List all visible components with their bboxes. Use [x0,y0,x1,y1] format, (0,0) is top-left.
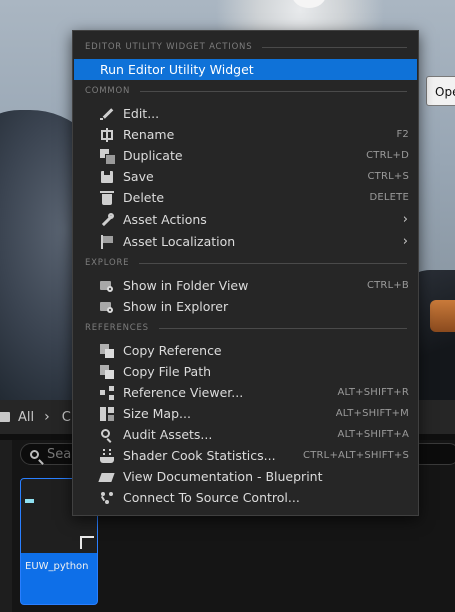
save-icon [99,169,115,185]
section-header-euw-actions: EDITOR UTILITY WIDGET ACTIONS [85,41,407,53]
menu-item-shader-cook-statistics[interactable]: Shader Cook Statistics... CTRL+ALT+SHIFT… [73,445,418,466]
shortcut-label: DELETE [369,192,409,203]
menu-item-run-editor-utility-widget[interactable]: Run Editor Utility Widget [74,59,417,80]
shortcut-label: F2 [396,129,409,140]
chevron-right-icon[interactable]: › [44,409,50,425]
folder-search-icon [99,278,115,294]
context-menu: EDITOR UTILITY WIDGET ACTIONS Run Editor… [72,30,419,516]
folder-search-icon [99,299,115,315]
shortcut-label: CTRL+S [367,171,409,182]
menu-item-save[interactable]: Save CTRL+S [73,166,418,187]
menu-item-duplicate[interactable]: Duplicate CTRL+D [73,145,418,166]
source-control-icon [99,490,115,506]
menu-item-asset-actions[interactable]: Asset Actions › [73,209,418,230]
shortcut-label: CTRL+ALT+SHIFT+S [303,450,409,461]
magnifier-icon [99,427,115,443]
menu-item-asset-localization[interactable]: Asset Localization › [73,231,418,252]
breadcrumb-next[interactable]: C [62,410,71,425]
breadcrumb-all[interactable]: All [18,410,34,425]
copy-icon [99,364,115,380]
shortcut-label: ALT+SHIFT+A [337,429,409,440]
section-header-common: COMMON [85,85,407,97]
viewport-mesh-orange [430,300,455,332]
section-header-references: REFERENCES [85,322,407,334]
shortcut-label: CTRL+B [366,280,409,291]
chevron-right-icon: › [402,212,408,227]
menu-item-view-documentation[interactable]: View Documentation - Blueprint [73,466,418,487]
tooltip: Ope [426,76,455,106]
menu-item-size-map[interactable]: Size Map... ALT+SHIFT+M [73,403,418,424]
flag-icon [99,234,115,250]
menu-item-show-in-explorer[interactable]: Show in Explorer [73,296,418,317]
menu-item-copy-file-path[interactable]: Copy File Path [73,361,418,382]
shader-icon [99,448,115,464]
menu-item-edit[interactable]: Edit... [73,103,418,124]
shortcut-label: ALT+SHIFT+M [335,408,409,419]
asset-name: EUW_python [25,561,89,572]
widget-corner-icon [80,536,94,549]
size-map-icon [99,406,115,422]
wrench-icon [99,212,115,228]
shortcut-label: ALT+SHIFT+R [337,387,409,398]
menu-item-show-in-folder-view[interactable]: Show in Folder View CTRL+B [73,275,418,296]
shortcut-label: CTRL+D [366,150,409,161]
graph-icon [99,385,115,401]
menu-item-connect-source-control[interactable]: Connect To Source Control... [73,487,418,508]
rename-icon [99,127,115,143]
documentation-icon [99,469,115,485]
viewport-light-highlight [292,0,326,8]
folder-icon[interactable] [0,412,10,422]
section-header-explore: EXPLORE [85,257,407,269]
menu-item-delete[interactable]: Delete DELETE [73,187,418,208]
trash-icon [99,190,115,206]
pencil-icon [99,106,115,122]
tooltip-text: Ope [435,85,455,99]
menu-item-rename[interactable]: Rename F2 [73,124,418,145]
chevron-right-icon: › [402,234,408,249]
menu-item-reference-viewer[interactable]: Reference Viewer... ALT+SHIFT+R [73,382,418,403]
copy-icon [99,343,115,359]
menu-item-audit-assets[interactable]: Audit Assets... ALT+SHIFT+A [73,424,418,445]
menu-item-copy-reference[interactable]: Copy Reference [73,340,418,361]
asset-type-indicator [25,499,34,503]
sources-panel-edge [0,440,12,612]
duplicate-icon [99,148,116,165]
search-icon [30,449,39,459]
